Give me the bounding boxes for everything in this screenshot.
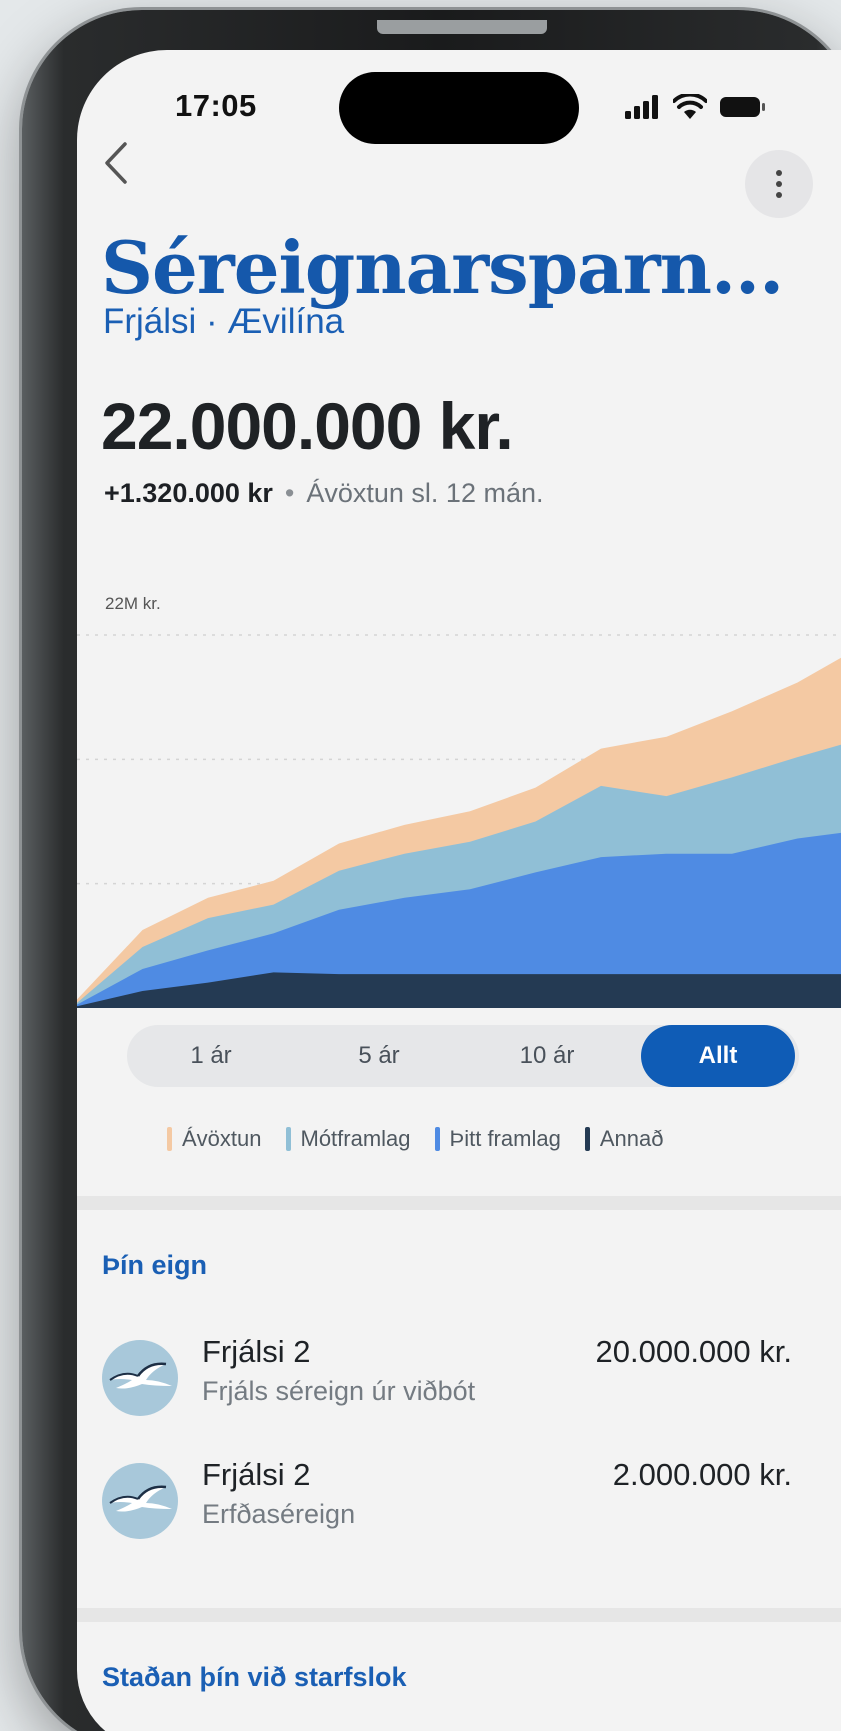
holding-value: 2.000.000 kr.	[612, 1457, 792, 1492]
holding-row[interactable]: Frjálsi 2 Erfðaséreign 2.000.000 kr.	[102, 1453, 792, 1543]
legend-swatch	[584, 1127, 590, 1151]
holding-description: Erfðaséreign	[202, 1499, 356, 1529]
chart-legend: Ávöxtun Mótframlag Þitt framlag Annað	[167, 1126, 767, 1152]
phone-top-notch	[377, 20, 547, 34]
holding-name: Frjálsi 2	[202, 1334, 311, 1369]
balance-chart[interactable]: 22M kr.	[77, 580, 841, 1010]
legend-label: Annað	[599, 1126, 664, 1151]
wifi-icon	[673, 94, 707, 119]
legend-label: Þitt framlag	[449, 1126, 561, 1151]
signal-icon	[625, 95, 658, 119]
holding-description: Frjáls séreign úr viðbót	[202, 1376, 476, 1406]
seagull-logo-icon	[102, 1463, 178, 1539]
status-icons	[625, 90, 775, 124]
range-option-1y[interactable]: 1 ár	[127, 1025, 295, 1087]
growth-row: +1.320.000 kr • Ávöxtun sl. 12 mán.	[104, 478, 544, 509]
section-divider	[77, 1608, 841, 1622]
section-divider	[77, 1196, 841, 1210]
seagull-logo-icon	[102, 1340, 178, 1416]
growth-value: +1.320.000 kr	[104, 478, 273, 508]
screen: 17:05 Séreignarsparn... Frjálsi · Ævilín…	[77, 50, 841, 1731]
legend-item-avoxtun: Ávöxtun	[167, 1126, 262, 1152]
y-tick-label: 22M kr.	[105, 594, 161, 613]
growth-separator: •	[284, 478, 295, 508]
dynamic-island	[339, 72, 579, 144]
total-amount: 22.000.000 kr.	[101, 389, 514, 463]
legend-item-motframlag: Mótframlag	[285, 1126, 411, 1152]
more-vertical-icon	[776, 170, 782, 198]
legend-label: Mótframlag	[300, 1126, 411, 1151]
more-options-button[interactable]	[745, 150, 813, 218]
holding-row[interactable]: Frjálsi 2 Frjáls séreign úr viðbót 20.00…	[102, 1330, 792, 1420]
range-option-all[interactable]: Allt	[641, 1025, 795, 1087]
back-chevron-icon	[105, 142, 127, 184]
legend-item-annad: Annað	[584, 1126, 664, 1152]
legend-item-thitt-framlag: Þitt framlag	[434, 1126, 561, 1152]
holdings-title: Þín eign	[102, 1250, 208, 1280]
phone-frame: 17:05 Séreignarsparn... Frjálsi · Ævilín…	[22, 10, 841, 1731]
page-title: Séreignarsparn...	[101, 225, 784, 310]
holding-value: 20.000.000 kr.	[595, 1334, 793, 1369]
retirement-section-title[interactable]: Staðan þín við starfslok	[102, 1662, 407, 1693]
range-option-5y[interactable]: 5 ár	[295, 1025, 463, 1087]
back-button[interactable]	[97, 138, 137, 188]
legend-swatch	[167, 1127, 172, 1151]
legend-swatch	[285, 1127, 291, 1151]
range-selector: 1 ár 5 ár 10 ár Allt	[127, 1025, 799, 1087]
battery-icon	[720, 97, 765, 117]
page-subtitle: Frjálsi · Ævilína	[103, 302, 345, 341]
legend-label: Ávöxtun	[182, 1126, 262, 1151]
holding-name: Frjálsi 2	[202, 1457, 311, 1492]
growth-label: Ávöxtun sl. 12 mán.	[306, 478, 544, 508]
legend-swatch	[434, 1127, 440, 1151]
range-option-10y[interactable]: 10 ár	[463, 1025, 631, 1087]
status-time: 17:05	[175, 88, 257, 123]
